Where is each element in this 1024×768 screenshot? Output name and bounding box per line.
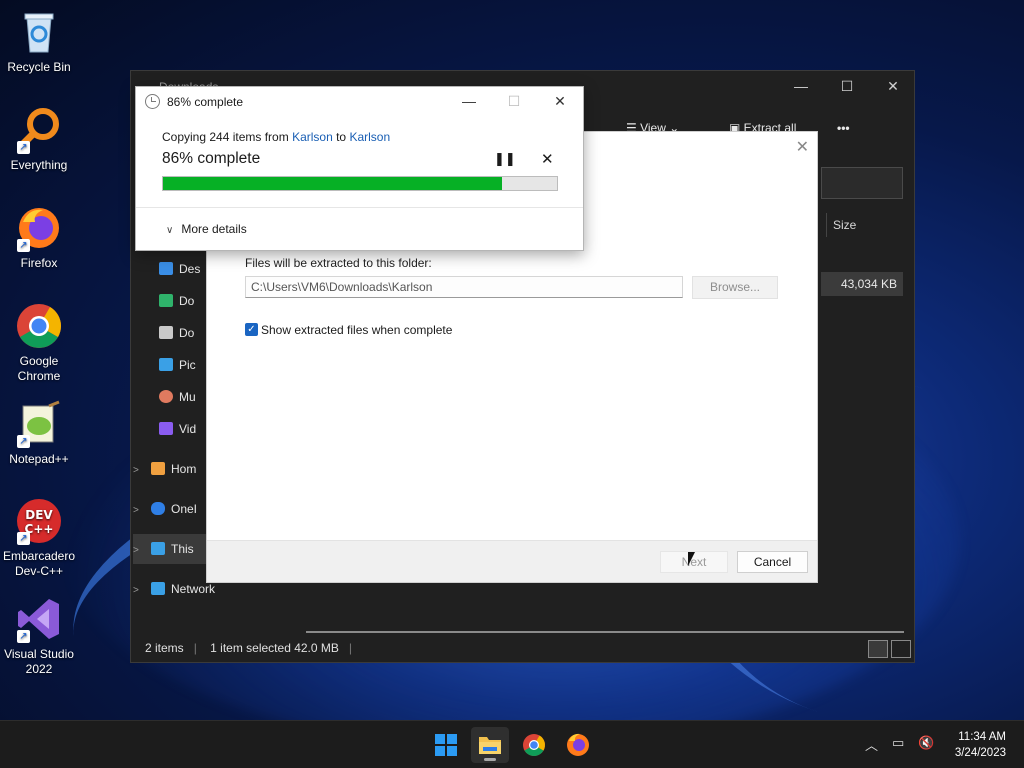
home-icon (151, 462, 165, 475)
clock-icon (145, 94, 160, 109)
cloud-icon (151, 502, 165, 515)
visual-studio-icon: ↗ (15, 595, 63, 643)
chevron-right-icon[interactable]: > (133, 536, 151, 566)
notepadpp-icon: ↗ (15, 400, 63, 448)
recycle-bin-icon (15, 8, 63, 56)
computer-icon (151, 542, 165, 555)
progress-bar (162, 176, 558, 191)
show-files-checkbox[interactable]: ✓ (245, 323, 258, 336)
desktop-icon (159, 262, 173, 275)
chevron-right-icon[interactable]: > (133, 496, 151, 526)
maximize-button[interactable]: ☐ (824, 71, 870, 103)
desktop-icon-label: Visual Studio 2022 (4, 647, 74, 676)
minimize-button[interactable]: — (454, 90, 484, 112)
clock-time: 11:34 AM (958, 731, 1006, 743)
more-details-toggle[interactable]: ∨ More details (166, 222, 247, 236)
show-hidden-icons-chevron-icon[interactable]: ︿ (865, 735, 878, 754)
pause-icon[interactable]: ❚❚ (494, 151, 516, 167)
item-count: 2 items (145, 641, 184, 655)
search-box[interactable] (821, 167, 903, 199)
column-header-size[interactable]: Size (826, 213, 906, 237)
shortcut-arrow-icon: ↗ (17, 630, 30, 643)
desktop-icon-label: Everything (10, 158, 68, 172)
chevron-down-icon: ∨ (166, 225, 174, 236)
taskbar-file-explorer[interactable] (471, 727, 509, 763)
cancel-button[interactable]: Cancel (737, 551, 808, 573)
firefox-icon: ↗ (15, 204, 63, 252)
tiles-view-button[interactable] (891, 640, 911, 658)
close-button[interactable]: ✕ (870, 71, 916, 103)
taskbar-chrome[interactable] (515, 727, 553, 763)
taskbar: ︿ ▭ 🔇 11:34 AM 3/24/2023 (0, 720, 1024, 768)
display-icon[interactable]: ▭ (892, 735, 904, 751)
video-icon (159, 422, 173, 435)
start-button[interactable] (427, 727, 465, 763)
desktop-icon-visual-studio[interactable]: ↗ Visual Studio 2022 (0, 595, 78, 677)
everything-search-icon: ↗ (15, 106, 63, 154)
devcpp-icon: DEV C++ ↗ (15, 497, 63, 545)
taskbar-firefox[interactable] (559, 727, 597, 763)
mouse-cursor (688, 552, 695, 566)
browse-button[interactable]: Browse... (692, 276, 778, 299)
desktop-icon-label: Notepad++ (9, 452, 69, 466)
selection-info: 1 item selected 42.0 MB (210, 641, 339, 655)
shortcut-arrow-icon: ↗ (17, 435, 30, 448)
close-button[interactable]: ✕ (545, 90, 575, 112)
chevron-right-icon[interactable]: > (133, 576, 151, 606)
start-icon (435, 734, 457, 756)
status-bar: 2 items | 1 item selected 42.0 MB | (145, 641, 353, 655)
desktop-icon-label: Firefox (20, 256, 58, 270)
cancel-copy-icon[interactable]: ✕ (541, 150, 554, 168)
desktop-icon-label: Google Chrome (17, 354, 61, 383)
more-options-button[interactable]: ••• (837, 121, 850, 135)
desktop-icon-recycle-bin[interactable]: Recycle Bin (0, 8, 78, 75)
shortcut-arrow-icon: ↗ (17, 532, 30, 545)
destination-link[interactable]: Karlson (349, 130, 390, 144)
document-icon (159, 326, 173, 339)
music-icon (159, 390, 173, 403)
desktop-icon-firefox[interactable]: ↗ Firefox (0, 204, 78, 271)
chevron-right-icon[interactable]: > (133, 456, 151, 486)
chrome-icon (523, 734, 545, 756)
shortcut-arrow-icon: ↗ (17, 141, 30, 154)
chrome-icon (15, 302, 63, 350)
maximize-button: ☐ (507, 93, 521, 109)
source-link[interactable]: Karlson (292, 130, 333, 144)
folder-label: Files will be extracted to this folder: (245, 256, 432, 270)
desktop-icon-label: Embarcadero Dev-C++ (2, 549, 76, 578)
details-view-button[interactable] (868, 640, 888, 658)
copy-progress-dialog[interactable]: 86% complete — ☐ ✕ Copying 244 items fro… (135, 86, 584, 251)
desktop-icon-notepadpp[interactable]: ↗ Notepad++ (0, 400, 78, 467)
progress-dialog-title: 86% complete (167, 95, 244, 109)
show-files-label: Show extracted files when complete (261, 323, 453, 337)
copy-description: Copying 244 items from Karlson to Karlso… (162, 130, 391, 144)
volume-muted-icon[interactable]: 🔇 (918, 735, 934, 751)
file-size: 43,034 KB (840, 277, 897, 291)
close-icon[interactable]: ✕ (796, 137, 809, 157)
destination-path-field[interactable]: C:\Users\VM6\Downloads\Karlson (245, 276, 683, 298)
progress-percent-text: 86% complete (162, 150, 261, 167)
desktop-icon-devcpp[interactable]: DEV C++ ↗ Embarcadero Dev-C++ (0, 497, 78, 579)
active-indicator (484, 758, 496, 761)
svg-text:DEV: DEV (25, 508, 53, 522)
network-icon (151, 582, 165, 595)
divider (136, 207, 583, 208)
progress-bar-fill (163, 177, 502, 190)
clock-date: 3/24/2023 (954, 747, 1006, 759)
dialog-footer: Next Cancel (207, 540, 817, 582)
minimize-button[interactable]: — (778, 71, 824, 103)
download-icon (159, 294, 173, 307)
desktop-icon-everything[interactable]: ↗ Everything (0, 106, 78, 173)
picture-icon (159, 358, 173, 371)
desktop-icon-label: Recycle Bin (7, 60, 71, 74)
table-row[interactable]: 43,034 KB (821, 272, 903, 296)
firefox-icon (567, 733, 589, 756)
shortcut-arrow-icon: ↗ (17, 239, 30, 252)
horizontal-scrollbar[interactable] (306, 631, 904, 633)
desktop-icon-chrome[interactable]: Google Chrome (0, 302, 78, 384)
system-clock[interactable]: 11:34 AM 3/24/2023 (955, 729, 1006, 761)
